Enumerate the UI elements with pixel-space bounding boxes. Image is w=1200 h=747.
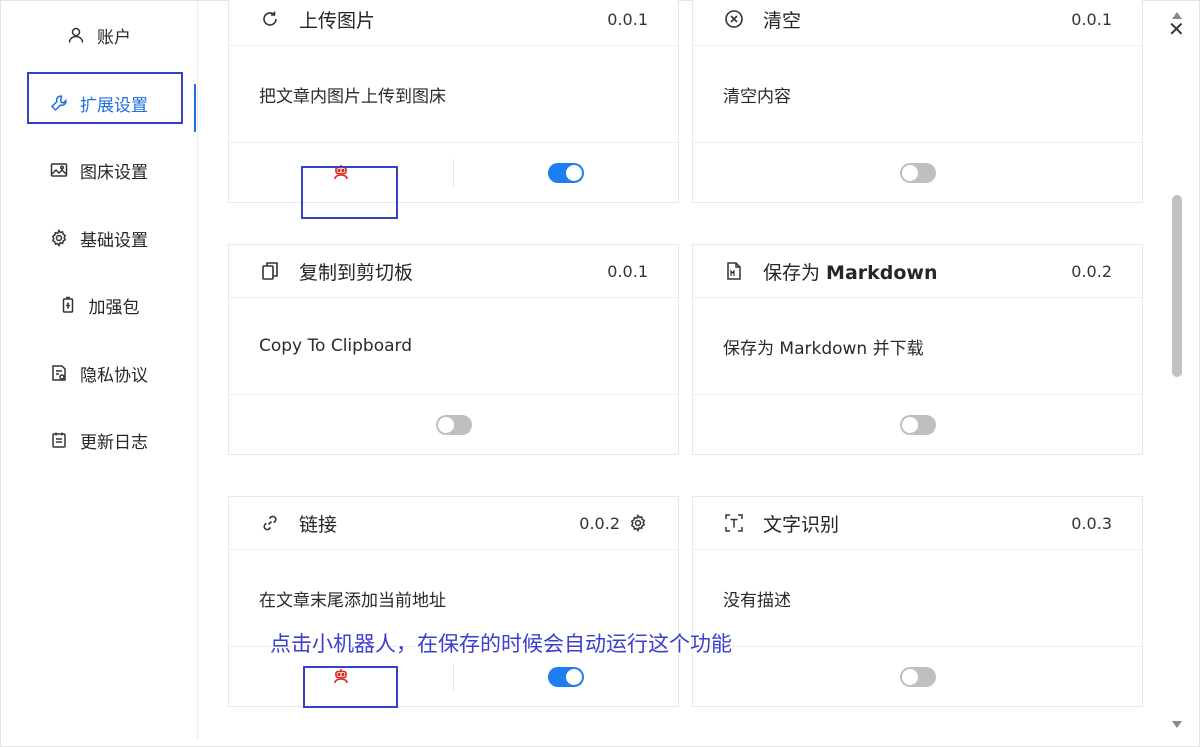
card-header: 保存为 Markdown 0.0.2 — [693, 245, 1142, 298]
card-title: 保存为 Markdown — [763, 258, 1071, 285]
scroll-down-arrow[interactable] — [1172, 721, 1182, 728]
card-title: 文字识别 — [763, 513, 840, 536]
enable-toggle[interactable] — [548, 162, 584, 183]
extension-card-copy-to-clipboard: 复制到剪切板 0.0.1 Copy To Clipboard — [228, 244, 679, 455]
enable-cell — [693, 395, 1142, 454]
enable-cell — [693, 143, 1142, 202]
sidebar-item-extension-settings[interactable]: 扩展设置 — [0, 78, 196, 132]
card-title-bold: Markdown — [826, 261, 938, 284]
sidebar-item-boost-pack[interactable]: 加强包 — [0, 280, 196, 330]
card-header: 复制到剪切板 0.0.1 — [229, 245, 678, 298]
copy-icon — [259, 260, 281, 282]
toggle-knob — [566, 668, 582, 685]
toggle-knob — [901, 668, 918, 685]
toggle-knob — [437, 416, 454, 433]
sidebar-item-image-host-settings[interactable]: 图床设置 — [0, 145, 196, 195]
close-circle-icon — [723, 8, 745, 30]
card-description: 清空内容 — [693, 46, 1142, 143]
toggle-knob — [566, 164, 582, 181]
card-header: 链接 0.0.2 — [229, 497, 678, 550]
enable-toggle[interactable] — [899, 162, 936, 183]
gear-icon[interactable] — [628, 513, 648, 533]
markdown-file-icon — [723, 260, 745, 282]
card-description: 没有描述 — [693, 550, 1142, 647]
enable-cell — [229, 395, 678, 454]
sidebar-item-privacy[interactable]: 隐私协议 — [0, 348, 196, 398]
card-footer — [229, 143, 678, 202]
sidebar-item-basic-settings[interactable]: 基础设置 — [0, 213, 196, 263]
card-description: 把文章内图片上传到图床 — [229, 46, 678, 143]
extension-card-text-recognition: 文字识别 0.0.3 没有描述 — [692, 496, 1143, 707]
robot-icon[interactable] — [331, 163, 351, 183]
enable-toggle[interactable] — [899, 414, 936, 435]
battery-icon — [57, 294, 79, 316]
extension-card-save-markdown: 保存为 Markdown 0.0.2 保存为 Markdown 并下载 — [692, 244, 1143, 455]
auto-run-cell — [229, 143, 453, 202]
close-button[interactable]: ✕ — [1168, 17, 1185, 41]
scroll-thumb[interactable] — [1172, 195, 1182, 377]
privacy-doc-icon — [48, 362, 70, 384]
enable-toggle[interactable] — [899, 666, 936, 687]
enable-toggle[interactable] — [548, 666, 584, 687]
card-version: 0.0.3 — [1071, 513, 1112, 533]
card-header: 清空 0.0.1 — [693, 0, 1142, 46]
sidebar-item-label: 扩展设置 — [80, 95, 148, 116]
card-version: 0.0.1 — [1071, 9, 1112, 29]
extension-card-upload-images: 上传图片 0.0.1 把文章内图片上传到图床 — [228, 0, 679, 203]
card-title: 上传图片 — [299, 9, 376, 32]
enable-cell — [693, 647, 1142, 706]
card-version: 0.0.2 — [579, 513, 620, 533]
card-version: 0.0.1 — [607, 9, 648, 29]
card-footer — [229, 395, 678, 454]
card-header: 上传图片 0.0.1 — [229, 0, 678, 46]
sidebar-item-label: 账户 — [97, 27, 131, 48]
card-title: 链接 — [299, 513, 338, 536]
sidebar-item-label: 更新日志 — [80, 432, 148, 453]
toggle-knob — [901, 164, 918, 181]
card-footer — [693, 143, 1142, 202]
user-icon — [65, 24, 87, 46]
gear-icon — [48, 227, 70, 249]
card-description: 保存为 Markdown 并下载 — [693, 298, 1142, 395]
card-header: 文字识别 0.0.3 — [693, 497, 1142, 550]
enable-cell — [454, 143, 678, 202]
card-version: 0.0.1 — [607, 261, 648, 281]
sidebar-item-account[interactable]: 账户 — [0, 10, 196, 60]
card-footer — [693, 647, 1142, 706]
sidebar-item-label: 基础设置 — [80, 230, 148, 251]
refresh-icon — [259, 8, 281, 30]
robot-icon[interactable] — [331, 667, 351, 687]
scrollbar[interactable] — [1168, 0, 1186, 740]
extension-card-link: 链接 0.0.2 在文章末尾添加当前地址 — [228, 496, 679, 707]
extension-card-clear: 清空 0.0.1 清空内容 — [692, 0, 1143, 203]
card-description: Copy To Clipboard — [229, 298, 678, 395]
calendar-icon — [48, 429, 70, 451]
image-icon — [48, 159, 70, 181]
card-version: 0.0.2 — [1071, 261, 1112, 281]
link-icon — [259, 512, 281, 534]
card-title: 清空 — [763, 9, 802, 32]
active-indicator — [194, 84, 196, 132]
annotation-text: 点击小机器人，在保存的时候会自动运行这个功能 — [270, 632, 732, 656]
wrench-icon — [48, 92, 70, 114]
toggle-knob — [901, 416, 918, 433]
card-title: 复制到剪切板 — [299, 261, 414, 284]
card-title-prefix: 保存为 — [763, 261, 827, 284]
sidebar-item-label: 图床设置 — [80, 162, 148, 183]
enable-toggle[interactable] — [435, 414, 472, 435]
sidebar: 账户 扩展设置 图床设置 基础设置 加强包 隐私协议 更新日志 — [0, 0, 198, 740]
sidebar-item-label: 加强包 — [88, 297, 140, 318]
sidebar-item-changelog[interactable]: 更新日志 — [0, 415, 196, 465]
sidebar-item-label: 隐私协议 — [80, 365, 148, 386]
card-footer — [693, 395, 1142, 454]
text-recognition-icon — [723, 512, 745, 534]
